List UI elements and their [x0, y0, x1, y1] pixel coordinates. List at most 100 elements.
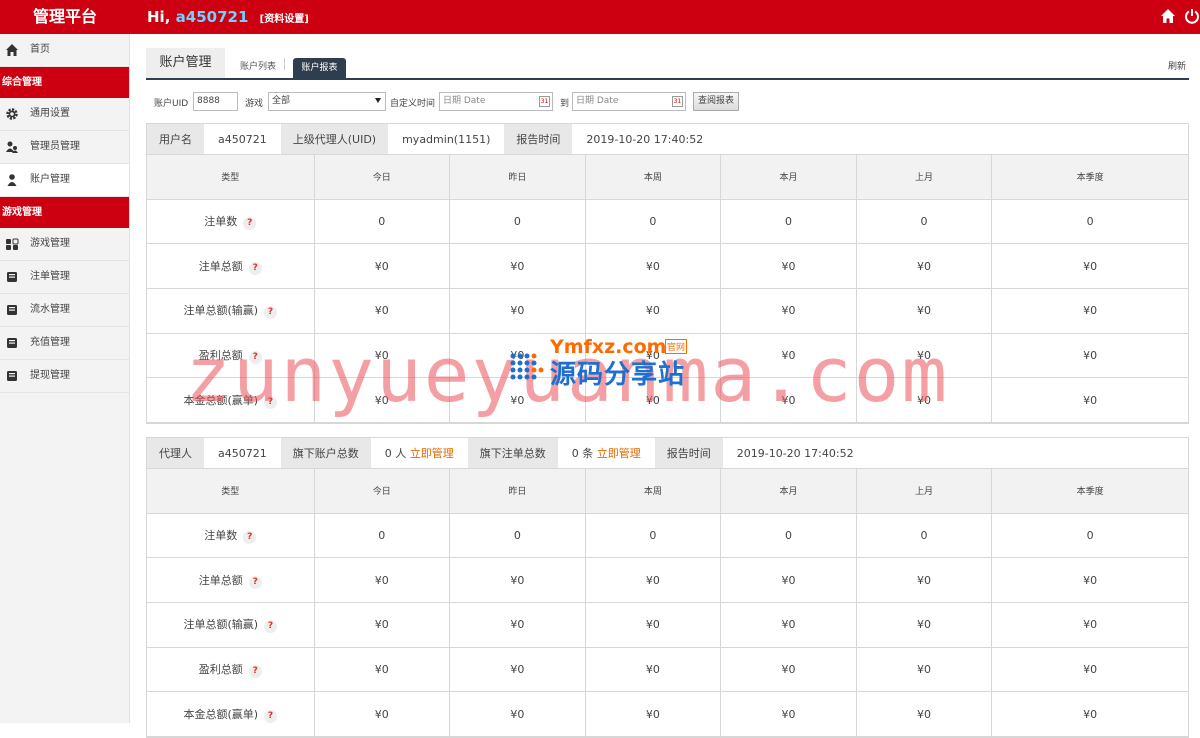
table-cell: ¥0 — [585, 377, 722, 423]
column-header: 类型 — [147, 155, 315, 200]
help-icon[interactable]: ? — [264, 620, 278, 634]
sidebar-item-withdraw-management[interactable]: 提现管理 — [0, 360, 129, 393]
profile-settings-link[interactable]: [资料设置] — [260, 14, 309, 25]
top-bar: 管理平台 Hi, a450721 [资料设置] — [0, 0, 1200, 34]
table-cell: 0 — [585, 513, 722, 559]
sidebar-item-admin-management[interactable]: 管理员管理 — [0, 131, 129, 164]
tab-account-list[interactable]: 账户列表 — [240, 59, 276, 72]
sidebar-item-label: 账户管理 — [30, 174, 70, 185]
row-label-cell: 注单总额? — [147, 557, 315, 603]
help-icon[interactable]: ? — [264, 306, 278, 320]
sidebar-item-home[interactable]: 首页 — [0, 34, 129, 67]
sidebar-item-flow-management[interactable]: 流水管理 — [0, 294, 129, 327]
to-label: 到 — [560, 99, 570, 109]
greeting: Hi, a450721 [资料设置] — [147, 0, 309, 34]
brand-title: 管理平台 — [32, 7, 97, 26]
column-header: 本周 — [585, 155, 722, 200]
table-cell: ¥0 — [314, 557, 451, 603]
tab-divider — [284, 58, 285, 70]
table-cell: ¥0 — [991, 333, 1188, 379]
bets-cell: 0 条 立即管理 — [558, 438, 655, 468]
row-label: 本金总额(赢单) — [183, 707, 259, 721]
manage-bets-link[interactable]: 立即管理 — [597, 447, 641, 460]
view-report-button[interactable]: 查阅报表 — [693, 92, 740, 111]
help-icon[interactable]: ? — [248, 664, 262, 678]
home-icon[interactable] — [1160, 8, 1176, 24]
help-icon[interactable]: ? — [264, 395, 278, 409]
agent-label: 代理人 — [147, 438, 204, 468]
table-cell: 0 — [314, 199, 451, 245]
sidebar-item-label: 注单管理 — [30, 271, 70, 282]
date-to-input[interactable]: 日期 Date 31 — [572, 92, 686, 111]
table-cell: ¥0 — [991, 288, 1188, 334]
date-from-input[interactable]: 日期 Date 31 — [439, 92, 553, 111]
help-icon[interactable]: ? — [243, 216, 257, 230]
table-cell: 0 — [585, 199, 722, 245]
table-row: 注单总额? ¥0 ¥0 ¥0 ¥0 ¥0 ¥0 — [147, 557, 1188, 603]
row-label-cell: 注单总额(输赢)? — [147, 602, 315, 648]
manage-accounts-link[interactable]: 立即管理 — [410, 447, 454, 460]
table-row: 注单数? 0 0 0 0 0 0 — [147, 513, 1188, 559]
table-cell: ¥0 — [720, 333, 857, 379]
table-cell: ¥0 — [720, 288, 857, 334]
table-cell: 0 — [314, 513, 451, 559]
parent-label: 上级代理人(UID) — [280, 124, 389, 154]
table-row: 盈利总额? ¥0 ¥0 ¥0 ¥0 ¥0 ¥0 — [147, 647, 1188, 693]
time-label: 报告时间 — [654, 438, 723, 468]
table-cell: ¥0 — [585, 647, 722, 693]
column-header: 本季度 — [991, 155, 1188, 200]
refresh-link[interactable]: 刷新 — [1168, 59, 1186, 72]
help-icon[interactable]: ? — [243, 530, 257, 544]
greeting-text: Hi, — [147, 8, 171, 26]
help-icon[interactable]: ? — [264, 709, 278, 723]
calendar-icon[interactable]: 31 — [672, 96, 683, 107]
tab-account-report[interactable]: 账户报表 — [293, 58, 346, 78]
help-icon[interactable]: ? — [248, 350, 262, 364]
row-label: 盈利总额 — [198, 662, 243, 676]
help-icon[interactable]: ? — [248, 575, 262, 589]
game-label: 游戏 — [245, 99, 264, 109]
time-label: 报告时间 — [504, 124, 573, 154]
sidebar-section-general: 综合管理 — [0, 67, 129, 98]
table-cell: ¥0 — [585, 557, 722, 603]
table-cell: ¥0 — [856, 557, 993, 603]
sidebar-item-game-management[interactable]: 游戏管理 — [0, 228, 129, 261]
sidebar-item-account-management[interactable]: 账户管理 — [0, 164, 129, 197]
table-cell: ¥0 — [314, 377, 451, 423]
column-header: 本季度 — [991, 469, 1188, 514]
list-icon — [7, 371, 17, 381]
table-cell: ¥0 — [856, 243, 993, 289]
table-cell: ¥0 — [991, 691, 1188, 737]
row-label: 注单总额(输赢) — [183, 304, 259, 318]
column-header: 类型 — [147, 469, 315, 514]
column-header: 本周 — [585, 469, 722, 514]
table-cell: ¥0 — [991, 243, 1188, 289]
power-icon[interactable] — [1184, 8, 1200, 24]
user-report-panel: 用户名 a450721 上级代理人(UID) myadmin(1151) 报告时… — [146, 123, 1189, 424]
table-cell: 0 — [449, 513, 586, 559]
sidebar-section-game: 游戏管理 — [0, 197, 129, 228]
table-cell: ¥0 — [720, 691, 857, 737]
gear-icon — [6, 108, 18, 120]
calendar-icon[interactable]: 31 — [539, 96, 550, 107]
table-cell: ¥0 — [856, 602, 993, 648]
table-cell: 0 — [856, 513, 993, 559]
sidebar-item-bet-management[interactable]: 注单管理 — [0, 261, 129, 294]
table-row: 注单总额(输赢)? ¥0 ¥0 ¥0 ¥0 ¥0 ¥0 — [147, 602, 1188, 648]
time-value: 2019-10-20 17:40:52 — [736, 447, 854, 460]
sidebar-item-recharge-management[interactable]: 充值管理 — [0, 327, 129, 360]
row-label-cell: 本金总额(赢单)? — [147, 691, 315, 737]
row-label: 注单总额 — [198, 573, 243, 587]
accounts-value: 0 人 — [384, 447, 407, 460]
sidebar-item-general-settings[interactable]: 通用设置 — [0, 98, 129, 131]
game-select[interactable]: 全部 — [268, 92, 386, 111]
accounts-cell: 0 人 立即管理 — [371, 438, 468, 468]
sidebar: 首页 综合管理 通用设置 管理员管理 账户管理 游戏管理 游戏管理 注单管理 流… — [0, 34, 130, 723]
table-cell: ¥0 — [449, 691, 586, 737]
date-to-placeholder: 日期 Date — [576, 96, 619, 106]
help-icon[interactable]: ? — [248, 261, 262, 275]
uid-input[interactable]: 8888 — [193, 92, 238, 111]
tabs-bar: 账户管理 账户列表 账户报表 刷新 — [146, 48, 1189, 80]
table-cell: ¥0 — [856, 647, 993, 693]
table-cell: ¥0 — [449, 333, 586, 379]
